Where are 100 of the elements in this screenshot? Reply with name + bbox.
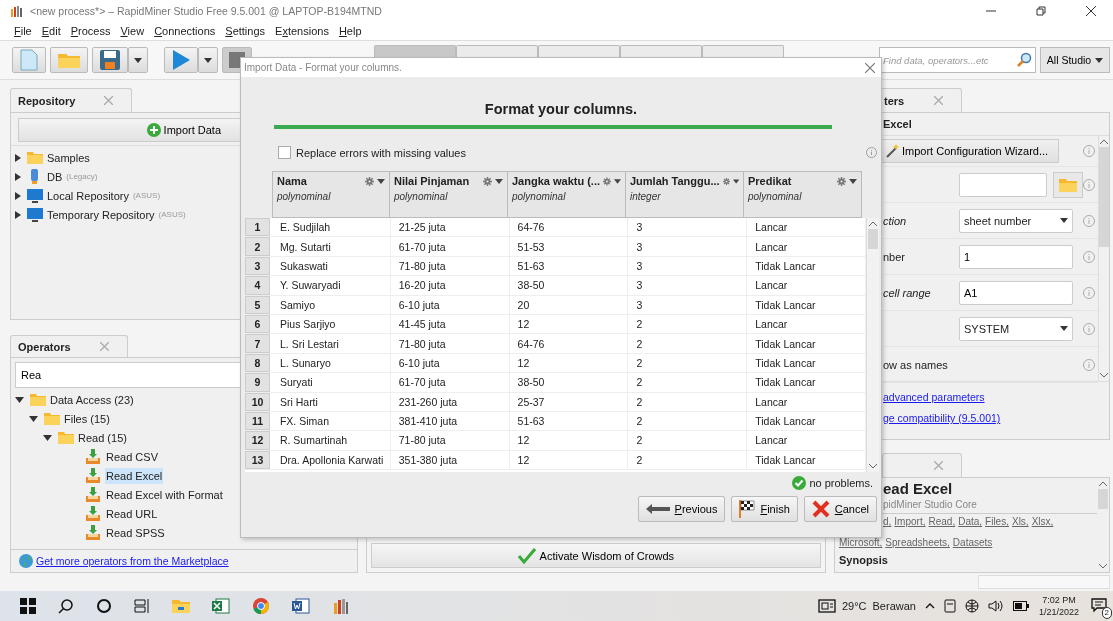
file-field[interactable] — [959, 172, 1047, 197]
column-name[interactable]: Jangka waktu (... — [512, 175, 601, 187]
caret-icon[interactable] — [613, 178, 621, 184]
gear-icon[interactable] — [722, 176, 730, 186]
caret-icon[interactable] — [377, 178, 385, 184]
search-icon[interactable] — [58, 598, 74, 614]
expander-icon[interactable] — [43, 434, 52, 441]
browser-icon[interactable] — [252, 597, 270, 615]
task-view-icon[interactable] — [134, 598, 150, 614]
device-icon[interactable] — [943, 599, 956, 613]
expander-icon[interactable] — [15, 191, 21, 200]
run-dropdown-button[interactable] — [198, 47, 218, 73]
tag-link[interactable]: Xls, — [1011, 516, 1029, 527]
panel-tab[interactable]: Operators — [10, 335, 128, 357]
menu-item[interactable]: Settings — [225, 25, 266, 37]
weather-icon[interactable] — [817, 599, 836, 613]
menu-item[interactable]: Extensions — [275, 25, 329, 37]
dropdown[interactable]: SYSTEM — [959, 316, 1073, 341]
scroll-down-icon[interactable] — [1100, 373, 1108, 378]
panel-tab[interactable]: Repository — [10, 88, 132, 112]
expander-icon[interactable] — [15, 210, 21, 219]
operator-item[interactable]: Read CSV — [105, 448, 159, 465]
tag-link[interactable]: Files, — [985, 516, 1009, 527]
parameter-link[interactable]: ge compatibility (9.5.001) — [883, 412, 1109, 424]
tag-link[interactable]: Microsoft, — [839, 537, 883, 548]
expander-icon[interactable] — [15, 153, 21, 162]
expander-icon[interactable] — [15, 396, 24, 403]
tag-link[interactable]: Read, — [928, 516, 956, 527]
caret-icon[interactable] — [849, 178, 857, 184]
operator-item[interactable]: Read SPSS — [105, 524, 166, 541]
menu-item[interactable]: Edit — [41, 25, 61, 37]
marketplace-link[interactable]: Get more operators from the Marketplace — [36, 555, 229, 567]
text-field[interactable]: A1 — [959, 280, 1073, 305]
tree-item[interactable]: Read (15) — [78, 431, 127, 444]
battery-icon[interactable] — [1012, 601, 1029, 611]
scrollbar[interactable] — [1098, 136, 1109, 381]
column-name[interactable]: Nilai Pinjaman — [394, 175, 480, 187]
document-app-icon[interactable] — [292, 598, 310, 614]
scrollbar[interactable] — [866, 218, 879, 472]
search-field[interactable]: Find data, operators...etc — [879, 47, 1036, 73]
tag-link[interactable]: Data, — [958, 516, 983, 527]
menu-item[interactable]: View — [120, 25, 145, 37]
scroll-up-icon[interactable] — [869, 221, 877, 226]
clock-time[interactable]: 7:02 PM — [1042, 594, 1076, 606]
caret-icon[interactable] — [732, 178, 739, 184]
restore-icon[interactable] — [1035, 5, 1047, 17]
wisdom-of-crowds-button[interactable]: Activate Wisdom of Crowds — [370, 543, 821, 568]
tag-link[interactable]: d, — [883, 516, 892, 527]
operator-item[interactable]: Read Excel with Format — [105, 486, 224, 503]
cancel-button[interactable]: Cancel — [803, 496, 877, 522]
globe-icon[interactable] — [964, 599, 979, 613]
tag-link[interactable]: Datasets — [952, 537, 993, 548]
scope-dropdown[interactable]: All Studio — [1040, 47, 1110, 73]
menu-item[interactable]: File — [14, 25, 32, 37]
chevron-up-icon[interactable] — [924, 603, 935, 609]
repository-item[interactable]: Temporary Repository — [47, 208, 155, 221]
gear-icon[interactable] — [837, 176, 846, 186]
scroll-up-icon[interactable] — [1100, 139, 1108, 144]
menu-item[interactable]: Connections — [154, 25, 216, 37]
spreadsheet-app-icon[interactable] — [212, 598, 230, 614]
menu-item[interactable]: Process — [70, 25, 111, 37]
save-dropdown-button[interactable] — [128, 47, 148, 73]
tag-link[interactable]: Spreadsheets, — [885, 537, 950, 548]
scroll-down-icon[interactable] — [869, 464, 877, 469]
scroll-down-icon[interactable] — [1099, 564, 1107, 569]
scroll-thumb[interactable] — [1098, 489, 1108, 509]
repository-item[interactable]: Local Repository — [47, 189, 129, 202]
operator-item[interactable]: Read URL — [105, 505, 159, 522]
operator-item[interactable]: Read Excel — [105, 467, 164, 484]
expander-icon[interactable] — [15, 172, 21, 181]
clock-date[interactable]: 1/21/2022 — [1038, 606, 1079, 618]
caret-icon[interactable] — [495, 178, 503, 184]
scroll-thumb[interactable] — [1099, 147, 1109, 247]
tree-item[interactable]: Files (15) — [64, 412, 110, 425]
windows-start-icon[interactable] — [20, 598, 36, 614]
tag-link[interactable]: Import, — [894, 516, 926, 527]
close-icon[interactable] — [1085, 5, 1097, 17]
tree-item[interactable]: Data Access (23) — [50, 393, 134, 406]
expander-icon[interactable] — [29, 415, 38, 422]
previous-button[interactable]: Previous — [637, 496, 726, 522]
gear-icon[interactable] — [603, 176, 611, 186]
weather-text[interactable]: Berawan — [872, 600, 916, 612]
gear-icon[interactable] — [365, 176, 374, 186]
finish-button[interactable]: Finish — [731, 496, 798, 522]
text-field[interactable]: 1 — [959, 244, 1073, 269]
menu-item[interactable]: Help — [338, 25, 362, 37]
column-name[interactable]: Predikat — [748, 175, 834, 187]
repository-item[interactable]: DB — [47, 170, 63, 183]
scroll-up-icon[interactable] — [1099, 481, 1107, 486]
column-name[interactable]: Nama — [277, 175, 362, 187]
column-name[interactable]: Jumlah Tanggu... — [630, 175, 720, 187]
save-button[interactable] — [92, 47, 128, 73]
scroll-thumb[interactable] — [868, 229, 878, 249]
speaker-icon[interactable] — [987, 599, 1004, 613]
folder-icon[interactable] — [172, 598, 190, 614]
repository-item[interactable]: Samples — [47, 151, 90, 164]
dropdown[interactable]: sheet number — [959, 208, 1073, 233]
gear-icon[interactable] — [483, 176, 492, 186]
tag-link[interactable]: Xlsx, — [1031, 516, 1054, 527]
notification-icon[interactable] — [1091, 597, 1107, 613]
